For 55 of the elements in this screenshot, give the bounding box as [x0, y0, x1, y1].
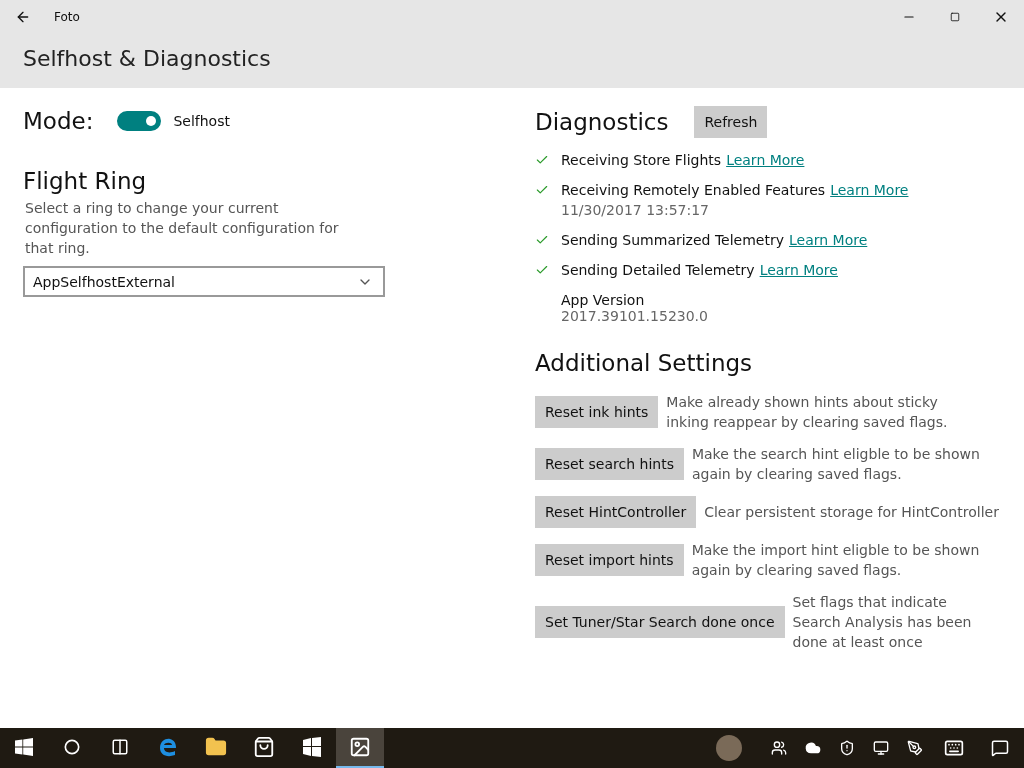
keyboard-icon	[944, 738, 964, 758]
timestamp: 11/30/2017 13:57:17	[561, 202, 711, 218]
tiles-icon	[302, 737, 322, 757]
browser-e-icon	[158, 737, 178, 757]
flight-ring-description: Select a ring to change your current configuration to the default configuration for that ring.	[25, 199, 340, 258]
task-view-icon	[111, 738, 129, 756]
page-title: Selfhost & Diagnostics	[23, 46, 271, 71]
setting-description: Set flags that indicate Search Analysis has been done at least once	[792, 593, 973, 652]
restore-icon	[950, 12, 960, 22]
toggle-state-label: Selfhost	[173, 113, 230, 129]
settings-action-button[interactable]: Reset ink hints	[535, 396, 659, 428]
check-icon	[535, 183, 549, 197]
mode-label: Mode:	[23, 108, 94, 134]
back-arrow-icon	[15, 9, 31, 25]
cloud-icon	[805, 740, 821, 756]
shield-warning-icon	[839, 740, 855, 756]
section-heading: Additional Settings	[535, 350, 754, 376]
network-icon	[873, 740, 889, 756]
setting-description: Clear persistent storage for HintController	[704, 503, 999, 522]
mode-toggle[interactable]	[117, 111, 162, 131]
section-heading: Diagnostics	[535, 109, 669, 135]
settings-action-button[interactable]: Reset HintController	[535, 496, 697, 528]
learn-more-link[interactable]: Learn More	[830, 182, 909, 198]
picture-icon	[349, 736, 371, 758]
diagnostic-label: Sending Summarized Telemetry	[561, 232, 784, 248]
setting-description: Make already shown hints about sticky inking reappear by clearing saved flags.	[666, 393, 949, 432]
windows-logo-icon	[15, 738, 33, 756]
check-icon	[535, 233, 549, 247]
diagnostic-label: Receiving Store Flights	[561, 152, 722, 168]
taskbar-app-button[interactable]	[336, 728, 384, 768]
settings-action-button[interactable]: Set Tuner/Star Search done once	[535, 606, 785, 638]
notification-icon	[991, 739, 1009, 757]
refresh-button[interactable]: Refresh	[694, 106, 768, 138]
check-icon	[535, 153, 549, 167]
settings-action-button[interactable]: Reset import hints	[535, 544, 684, 576]
setting-description: Make the import hint eligble to be shown again by clearing saved flags.	[691, 541, 981, 580]
check-icon	[535, 263, 549, 277]
setting-description: Make the search hint eligble to be shown again by clearing saved flags.	[691, 445, 981, 484]
diagnostic-label: Receiving Remotely Enabled Features	[561, 182, 826, 198]
learn-more-link[interactable]: Learn More	[759, 262, 838, 278]
diagnostic-label: Sending Detailed Telemetry	[561, 262, 755, 278]
shopping-bag-icon	[253, 736, 275, 758]
avatar[interactable]	[716, 735, 742, 761]
folder-icon	[205, 736, 227, 758]
search-icon	[64, 739, 80, 755]
app-version-label: App Version	[561, 292, 646, 308]
pen-icon	[907, 740, 923, 756]
window-title: Foto	[54, 10, 81, 24]
section-heading: Flight Ring	[23, 168, 148, 194]
learn-more-link[interactable]: Learn More	[789, 232, 868, 248]
app-version-value: 2017.39101.15230.0	[561, 308, 709, 324]
settings-action-button[interactable]: Reset search hints	[535, 448, 684, 480]
learn-more-link[interactable]: Learn More	[726, 152, 805, 168]
people-icon	[771, 740, 787, 756]
ring-dropdown[interactable]: AppSelfhostExternal	[23, 266, 385, 297]
